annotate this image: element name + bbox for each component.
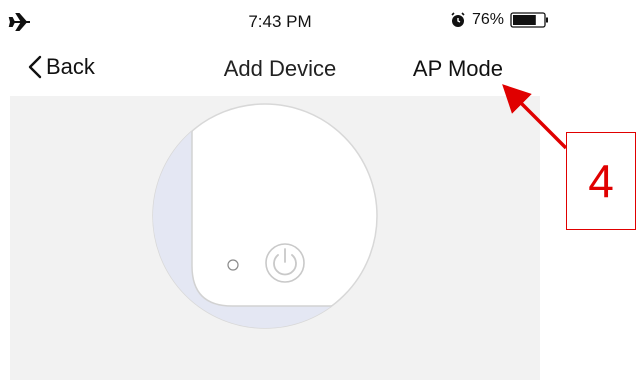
indicator-light-icon xyxy=(227,259,239,271)
status-bar: 7:43 PM 76% xyxy=(0,0,560,44)
navigation-bar: Back Add Device AP Mode xyxy=(0,48,560,92)
status-right-group: 76% xyxy=(450,11,550,29)
power-button-icon xyxy=(265,243,305,283)
device-illustration xyxy=(152,103,378,329)
add-device-screen: 7:43 PM 76% Back Add Device AP Mode 4 xyxy=(0,0,639,380)
alarm-icon xyxy=(451,12,465,27)
annotation-step-label: 4 xyxy=(566,132,636,230)
ap-mode-button[interactable]: AP Mode xyxy=(413,56,503,82)
battery-percent: 76% xyxy=(471,11,504,28)
illustration-panel xyxy=(10,96,540,380)
battery-icon xyxy=(510,12,548,28)
